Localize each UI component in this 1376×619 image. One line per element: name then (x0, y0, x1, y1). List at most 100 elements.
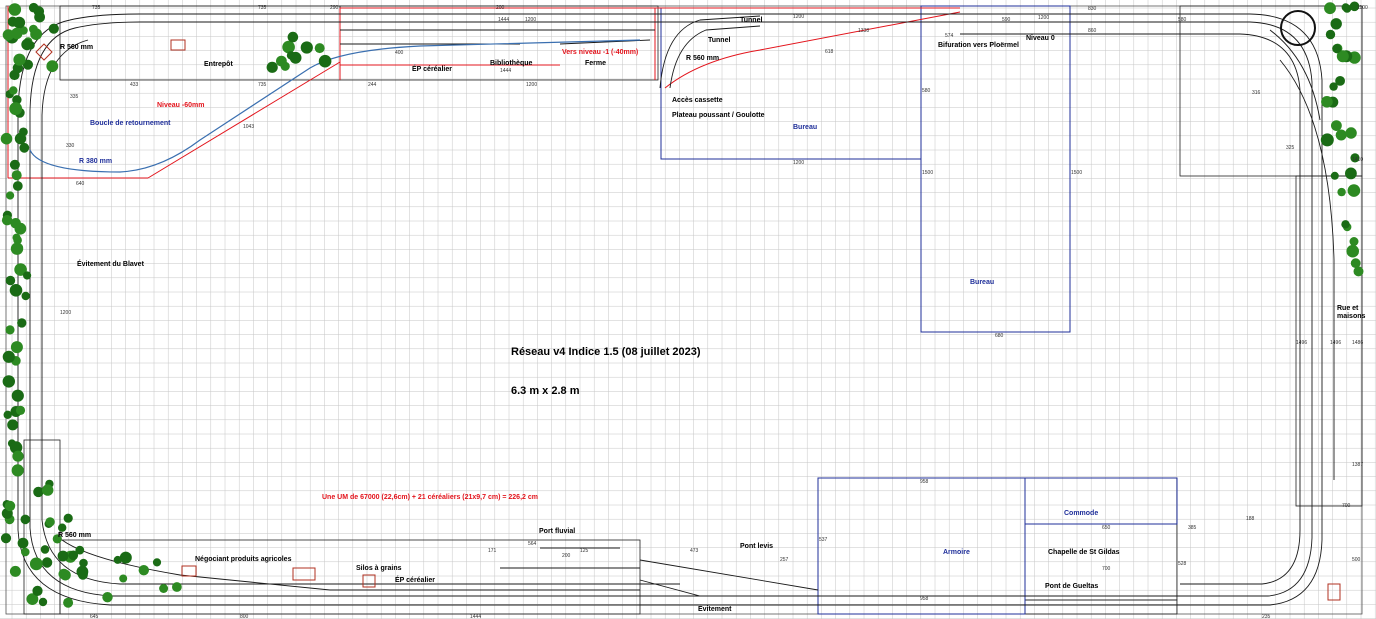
tree (12, 450, 24, 462)
dim-label: 335 (70, 94, 79, 100)
label-r380: R 380 mm (79, 158, 113, 165)
dim-label: 473 (690, 548, 699, 554)
building-marker (292, 567, 316, 581)
tree (1335, 129, 1347, 141)
tree (9, 102, 23, 116)
tree (282, 40, 295, 54)
tree (119, 551, 132, 564)
label-port-fluvial: Port fluvial (539, 528, 576, 535)
dim-label: 735 (92, 5, 101, 11)
tree (1332, 44, 1342, 54)
bureau-top-rect (660, 7, 922, 160)
furniture (660, 5, 1178, 615)
tree (29, 557, 43, 571)
label-vers-niveau: Vers niveau -1 (-40mm) (562, 49, 639, 56)
tree (13, 16, 26, 29)
label-niveau-m60: Niveau -60mm (157, 102, 205, 109)
tree (1349, 237, 1359, 246)
tree (48, 23, 59, 34)
tree (113, 555, 122, 564)
dim-label: 1496 (1330, 340, 1342, 346)
dim-label: 235 (1262, 614, 1271, 619)
dim-label: 618 (825, 49, 834, 55)
trees (0, 1, 1364, 608)
building-marker (170, 39, 186, 51)
tree (9, 86, 18, 95)
label-entrepot: Entrepôt (204, 61, 233, 68)
tree (76, 565, 89, 578)
tree (11, 27, 23, 40)
train-note: Une UM de 67000 (22,6cm) + 21 céréaliers… (322, 494, 538, 501)
label-r-top-left: R 560 mm (60, 44, 94, 51)
tree (1346, 244, 1359, 258)
tree (57, 550, 69, 562)
label-ferme: Ferme (585, 60, 607, 67)
dim-label: 528 (1178, 561, 1187, 567)
dim-label: 537 (819, 537, 828, 543)
tree (13, 53, 26, 66)
label-chapelle: Chapelle de St Gildas (1048, 549, 1120, 556)
dim-label: 1444 (470, 614, 482, 619)
dim-label: 290 (330, 5, 339, 11)
tree (9, 565, 21, 577)
dim-label: 1496 (1296, 340, 1308, 346)
dim-label: 1387 (1352, 462, 1364, 468)
tree (300, 41, 313, 54)
tree (1345, 167, 1357, 180)
label-acces-cassette: Accès cassette (672, 97, 723, 104)
label-tunnel-2: Tunnel (708, 37, 731, 44)
label-commode: Commode (1064, 510, 1099, 517)
commode-rect (1024, 477, 1178, 525)
tree (172, 582, 182, 592)
label-ep-cerealier-top: ÉP céréalier (412, 66, 452, 73)
dim-label: 680 (995, 333, 1004, 339)
tree (5, 325, 15, 335)
tree (20, 514, 31, 525)
tree (6, 191, 15, 200)
dim-label: 590 (1002, 17, 1011, 23)
dim-label: 1486 (1352, 340, 1364, 346)
layout-plan: Réseau v4 Indice 1.5 (08 juillet 2023) 6… (0, 0, 1376, 619)
tree (58, 523, 67, 532)
dim-label: 1444 (498, 17, 510, 23)
tree (280, 61, 290, 71)
dim-label: 1338 (858, 28, 870, 34)
label-r-bottom-left: R 560 mm (58, 532, 92, 539)
red-diagonal (147, 61, 341, 179)
corner-top-right (1179, 5, 1363, 177)
dim-label: 400 (395, 50, 404, 56)
tree (318, 54, 332, 68)
tree (32, 585, 43, 597)
dim-label: 257 (780, 557, 789, 563)
tree (10, 242, 24, 255)
dim-label: 1200 (525, 17, 537, 23)
dim-label: 316 (1252, 90, 1261, 96)
tree (42, 484, 54, 496)
dim-label: 200 (496, 5, 505, 11)
dim-label: 1200 (1038, 15, 1050, 21)
bureau-right-rect (920, 5, 1071, 333)
plan-size: 6.3 m x 2.8 m (511, 385, 580, 397)
tree (17, 318, 27, 328)
dim-label: 860 (1088, 28, 1097, 34)
dim-label: 1200 (793, 14, 805, 20)
bottom-left-block (59, 539, 641, 615)
tree (63, 513, 73, 523)
building-markers (35, 39, 1341, 601)
tree (11, 464, 24, 477)
pont-gueltas-block (1024, 599, 1178, 615)
label-bifurcation: Bifuration vers Ploërmel (938, 42, 1019, 49)
tree (3, 410, 12, 419)
label-evitement: Évitement (698, 606, 732, 613)
dim-label: 958 (920, 596, 929, 602)
tree (102, 592, 113, 603)
tree (1335, 76, 1345, 86)
label-plateau: Plateau poussant / Goulotte (672, 112, 765, 119)
tree (11, 170, 22, 181)
tree (314, 43, 325, 54)
tree (0, 132, 13, 145)
label-tunnel-1: Tunnel (740, 17, 763, 24)
dim-label: 1200 (60, 310, 72, 316)
track-plan-drawing (0, 0, 1376, 619)
tree (34, 11, 45, 23)
